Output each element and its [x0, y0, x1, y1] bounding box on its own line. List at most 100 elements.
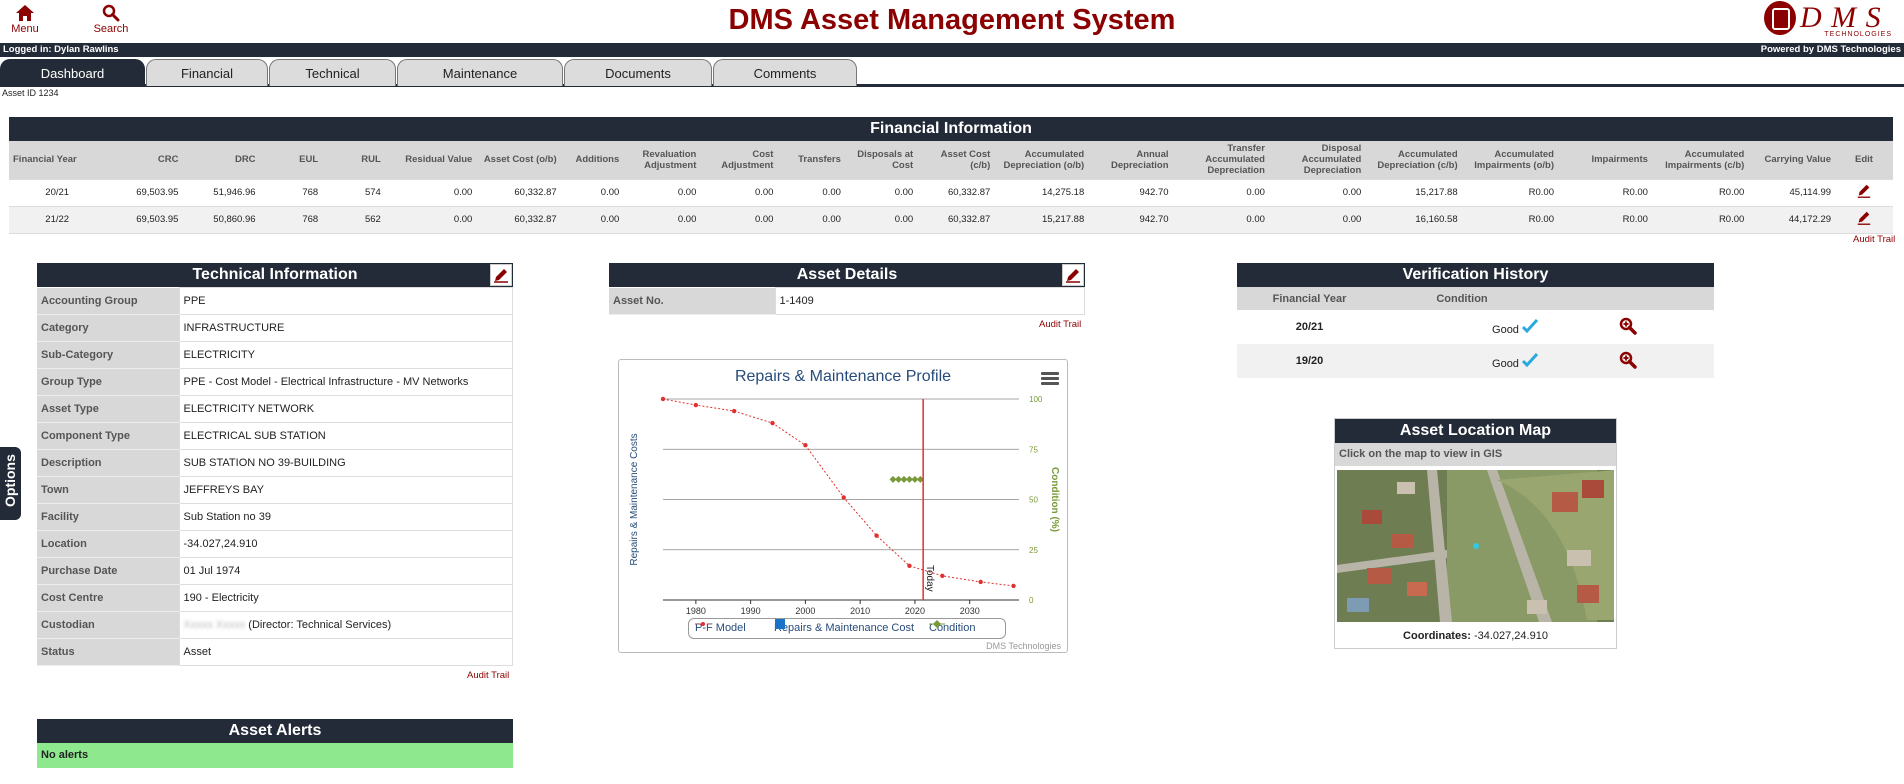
asset-details-edit-button[interactable] — [1062, 264, 1084, 286]
pf-model-point — [841, 495, 846, 500]
y-axis-title: Repairs & Maintenance Costs — [629, 433, 640, 565]
pf-model-point — [693, 402, 699, 408]
condition-text: Good — [1492, 323, 1519, 336]
fin-cell: 20/21 — [45, 187, 70, 198]
fin-col-header: Carrying Value — [1748, 141, 1836, 179]
verification-view-button[interactable] — [1542, 310, 1714, 344]
fin-cell: 15,217.88 — [994, 206, 1089, 233]
row-edit-button[interactable] — [1835, 179, 1893, 206]
menu-button[interactable]: Menu — [0, 4, 50, 35]
fin-cell: 0.00 — [700, 206, 778, 233]
fin-col-header: Asset Cost (c/b) — [917, 141, 995, 179]
field-label: Component Type — [37, 422, 179, 450]
technical-audit-trail-link[interactable]: Audit Trail — [467, 670, 509, 681]
asset-location-marker[interactable] — [1473, 543, 1479, 549]
table-row: 20/21 Good — [1237, 310, 1714, 344]
options-side-tab[interactable]: Options — [0, 447, 21, 520]
fin-cell: 15,217.88 — [1415, 187, 1458, 198]
fin-cell: R0.00 — [1651, 206, 1749, 233]
field-label: Town — [37, 476, 179, 504]
field-value: -34.027,24.910 — [178, 530, 513, 558]
table-row: Custodian Xxxxx Xxxxx (Director: Technica… — [37, 611, 513, 639]
field-label: Status — [37, 638, 179, 666]
y2-tick-label: 75 — [1029, 445, 1038, 454]
field-label: Accounting Group — [37, 287, 179, 315]
field-label: Cost Centre — [37, 584, 179, 612]
fin-cell: 0.00 — [1268, 206, 1366, 233]
menu-label: Menu — [11, 23, 39, 35]
zoom-in-icon — [1619, 317, 1637, 335]
field-label: Asset Type — [37, 395, 179, 423]
asset-no-value: 1-1409 — [774, 287, 1085, 315]
pf-model-point — [732, 408, 737, 414]
fin-cell: 0.00 — [822, 187, 841, 198]
fin-col-header: Disposals at Cost — [844, 141, 918, 179]
options-label: Options — [2, 454, 18, 507]
fin-cell: 0.00 — [1172, 206, 1269, 233]
asset-details-audit-trail-link[interactable]: Audit Trail — [1039, 319, 1081, 330]
row-edit-button[interactable] — [1835, 206, 1893, 233]
legend-item-pf-model[interactable]: P-F Model — [695, 619, 746, 638]
field-label: Purchase Date — [37, 557, 179, 585]
tab-documents[interactable]: Documents — [564, 59, 712, 86]
tab-dashboard[interactable]: Dashboard — [0, 59, 145, 86]
field-value: INFRASTRUCTURE — [178, 314, 513, 342]
fin-cell: 942.70 — [1088, 206, 1173, 233]
legend-item-repairs-cost[interactable]: Repairs & Maintenance Cost — [774, 619, 914, 638]
verification-history-title: Verification History — [1237, 263, 1714, 287]
technical-edit-button[interactable] — [490, 264, 512, 286]
chart-legend: P-F Model Repairs & Maintenance Cost Con… — [688, 618, 1006, 639]
table-row: Sub-Category ELECTRICITY — [37, 341, 513, 369]
fin-cell: 44,172.29 — [1748, 206, 1836, 233]
fin-col-header: Transfer Accumulated Depreciation — [1172, 141, 1269, 179]
field-label: Custodian — [37, 611, 179, 639]
fin-cell: R0.00 — [1461, 206, 1558, 233]
legend-item-condition[interactable]: Condition — [929, 619, 975, 638]
verification-year: 20/21 — [1295, 321, 1324, 333]
fin-cell: 60,332.87 — [917, 206, 995, 233]
map-image[interactable] — [1337, 470, 1614, 622]
field-label: Group Type — [37, 368, 179, 396]
checkmark-icon — [1521, 352, 1539, 367]
chart-credit[interactable]: DMS Technologies — [986, 641, 1061, 651]
powered-by: Powered by DMS Technologies — [1760, 44, 1901, 55]
financial-audit-trail-link[interactable]: Audit Trail — [1853, 234, 1895, 245]
fin-cell: 942.70 — [1139, 187, 1169, 198]
table-row: Category INFRASTRUCTURE — [37, 314, 513, 342]
verification-view-button[interactable] — [1542, 344, 1714, 378]
tab-financial[interactable]: Financial — [146, 59, 268, 86]
pencil-icon — [1857, 211, 1871, 225]
coords-label: Coordinates: — [1403, 630, 1471, 642]
fin-cell: 69,503.95 — [136, 187, 179, 198]
fin-cell: 16,160.58 — [1365, 206, 1462, 233]
financial-table: Financial Year CRC DRC EUL RUL Residual Value… — [9, 141, 1893, 234]
tab-technical[interactable]: Technical — [269, 59, 396, 86]
x-tick-label: 2020 — [905, 606, 925, 616]
tab-comments[interactable]: Comments — [713, 59, 857, 86]
financial-information-panel: Financial Information Financial Year CRC D… — [9, 117, 1893, 234]
fin-cell: 69,503.95 — [105, 206, 183, 233]
menu-bar-icon — [1041, 382, 1059, 385]
field-value: ELECTRICITY — [178, 341, 513, 369]
technical-information-panel: Technical Information Accounting Group PP… — [37, 263, 513, 666]
fin-cell: R0.00 — [1528, 187, 1554, 198]
fin-cell: 51,946.96 — [213, 187, 256, 198]
asset-details-header: Asset Details — [609, 263, 1085, 287]
pencil-icon — [1857, 184, 1871, 198]
logo-text: D M S — [1800, 1, 1882, 34]
logo-subtext: TECHNOLOGIES — [1824, 31, 1892, 38]
field-label: Description — [37, 449, 179, 477]
search-button[interactable]: Search — [86, 4, 136, 35]
today-label: Today — [924, 565, 935, 592]
asset-id: Asset ID 1234 — [2, 88, 59, 98]
checkmark-icon — [1521, 318, 1539, 333]
table-row: Town JEFFREYS BAY — [37, 476, 513, 504]
fin-cell: 45,114.99 — [1789, 187, 1832, 198]
fin-col-header: Impairments — [1557, 141, 1652, 179]
condition-text: Good — [1492, 357, 1519, 370]
pf-model-point — [660, 396, 666, 402]
tab-maintenance[interactable]: Maintenance — [397, 59, 563, 86]
chart-menu-button[interactable] — [1041, 372, 1059, 386]
pf-model-point — [1011, 583, 1016, 589]
field-value: Sub Station no 39 — [178, 503, 513, 531]
